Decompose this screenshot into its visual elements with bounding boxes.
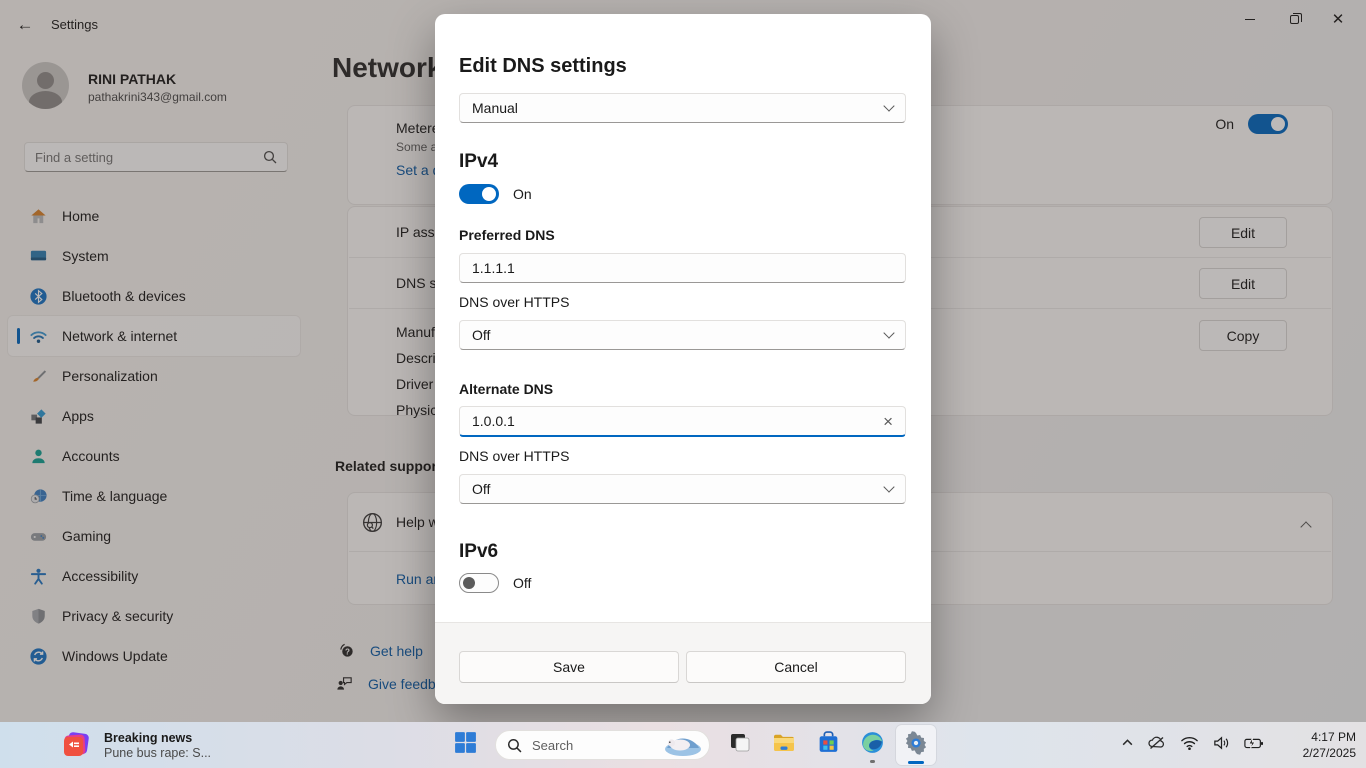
- start-button[interactable]: [445, 725, 485, 765]
- dialog-footer: Save Cancel: [435, 622, 931, 704]
- search-icon: [507, 738, 522, 753]
- clock-time: 4:17 PM: [1303, 729, 1356, 745]
- dns-mode-value: Manual: [472, 100, 885, 116]
- onedrive-paused-icon[interactable]: [1147, 733, 1167, 758]
- task-view-button[interactable]: [720, 725, 760, 765]
- tray-wifi-icon[interactable]: [1180, 735, 1199, 756]
- tray-chevron-up-icon[interactable]: [1121, 736, 1134, 754]
- doh-value-2: Off: [472, 481, 885, 497]
- clear-input-icon[interactable]: ×: [883, 413, 893, 430]
- preferred-dns-label: Preferred DNS: [459, 227, 555, 243]
- chevron-down-icon: [883, 481, 894, 492]
- clock-date: 2/27/2025: [1303, 745, 1356, 761]
- file-explorer-icon: [771, 730, 797, 761]
- doh-value-1: Off: [472, 327, 885, 343]
- chevron-down-icon: [883, 100, 894, 111]
- widgets-button[interactable]: Breaking news Pune bus rape: S...: [52, 726, 219, 764]
- tray-battery-icon[interactable]: [1244, 736, 1264, 755]
- ipv4-heading: IPv4: [459, 151, 498, 173]
- taskbar-search-placeholder: Search: [532, 738, 653, 753]
- doh-dropdown-1[interactable]: Off: [459, 320, 906, 350]
- ipv6-toggle[interactable]: [459, 573, 499, 593]
- dns-mode-dropdown[interactable]: Manual: [459, 93, 906, 123]
- file-explorer-button[interactable]: [764, 725, 804, 765]
- dialog-title: Edit DNS settings: [459, 55, 627, 78]
- screen: ← Settings ✕ RINI PATHAK pathakrini343@g…: [0, 0, 1366, 768]
- settings-gear-icon: [903, 730, 929, 761]
- ipv6-toggle-label: Off: [513, 575, 531, 591]
- doh-label-2: DNS over HTTPS: [459, 448, 569, 464]
- ipv4-toggle[interactable]: [459, 184, 499, 204]
- save-button[interactable]: Save: [459, 651, 679, 683]
- chevron-down-icon: [883, 327, 894, 338]
- alternate-dns-field[interactable]: ×: [459, 406, 906, 437]
- widget-subtitle: Pune bus rape: S...: [104, 746, 211, 760]
- preferred-dns-field[interactable]: [459, 253, 906, 283]
- taskbar: Breaking news Pune bus rape: S... Search: [0, 722, 1366, 768]
- cancel-button[interactable]: Cancel: [686, 651, 906, 683]
- microsoft-store-icon: [816, 730, 841, 760]
- taskbar-clock[interactable]: 4:17 PM 2/27/2025: [1303, 729, 1356, 761]
- taskbar-search[interactable]: Search: [495, 730, 710, 760]
- windows-start-icon: [453, 730, 478, 760]
- task-view-icon: [728, 731, 752, 760]
- doh-dropdown-2[interactable]: Off: [459, 474, 906, 504]
- widget-title: Breaking news: [104, 731, 211, 745]
- preferred-dns-input[interactable]: [472, 260, 893, 276]
- edge-icon: [860, 730, 885, 760]
- alternate-dns-input[interactable]: [472, 413, 883, 429]
- alternate-dns-label: Alternate DNS: [459, 381, 553, 397]
- edit-dns-settings-dialog: Edit DNS settings Manual IPv4 On Preferr…: [435, 14, 931, 704]
- edge-button[interactable]: [852, 725, 892, 765]
- doh-label-1: DNS over HTTPS: [459, 294, 569, 310]
- microsoft-store-button[interactable]: [808, 725, 848, 765]
- search-highlight-bear-icon: [653, 732, 705, 758]
- news-widget-icon: [60, 729, 92, 761]
- settings-taskbar-button[interactable]: [896, 725, 936, 765]
- tray-volume-icon[interactable]: [1212, 735, 1231, 756]
- ipv4-toggle-label: On: [513, 186, 532, 202]
- ipv6-heading: IPv6: [459, 541, 498, 563]
